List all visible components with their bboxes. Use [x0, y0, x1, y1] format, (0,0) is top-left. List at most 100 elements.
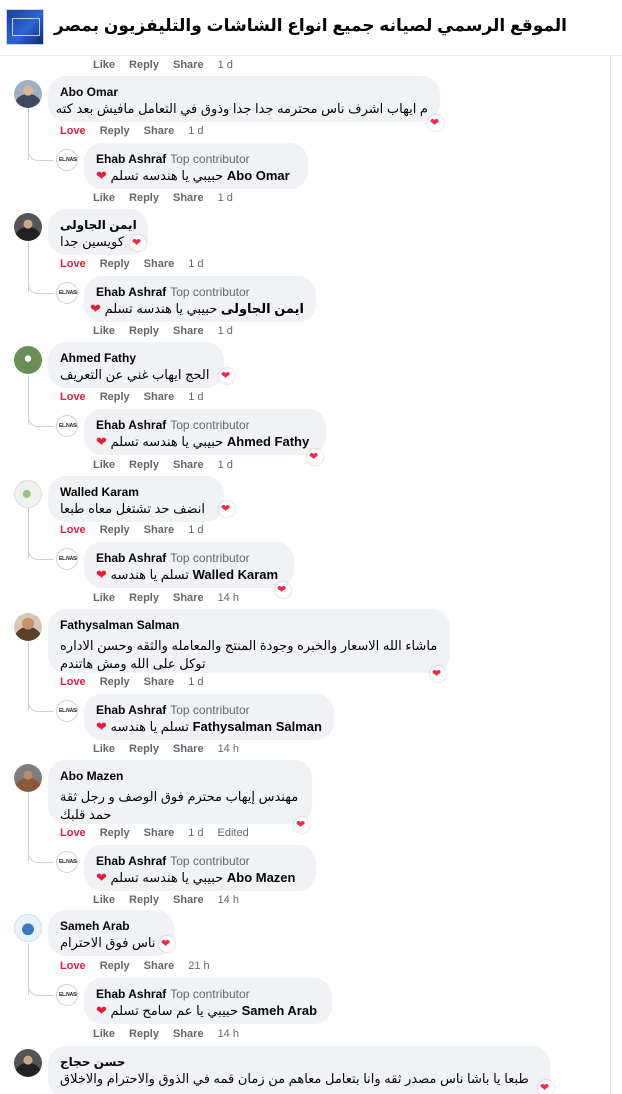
- love-button[interactable]: Love: [60, 125, 86, 137]
- avatar[interactable]: [14, 213, 42, 241]
- avatar[interactable]: EL.NASR: [56, 548, 78, 570]
- share-button[interactable]: Share: [173, 1028, 204, 1040]
- share-button[interactable]: Share: [173, 59, 204, 71]
- reply-button[interactable]: Reply: [100, 960, 130, 972]
- like-button[interactable]: Like: [93, 1028, 115, 1040]
- comment-time[interactable]: 1 d: [188, 258, 203, 270]
- avatar[interactable]: EL.NASR: [56, 984, 78, 1006]
- avatar[interactable]: [14, 80, 42, 108]
- reply-author[interactable]: Ehab Ashraf: [96, 152, 166, 166]
- reply-button[interactable]: Reply: [100, 827, 130, 839]
- reply-author[interactable]: Ehab Ashraf: [96, 854, 166, 868]
- love-reaction-icon[interactable]: [538, 1080, 554, 1094]
- like-button[interactable]: Like: [93, 743, 115, 755]
- love-button[interactable]: Love: [60, 524, 86, 536]
- reply-author[interactable]: Ehab Ashraf: [96, 418, 166, 432]
- reply-mention[interactable]: Fathysalman Salman: [193, 719, 322, 734]
- comment-author[interactable]: Fathysalman Salman: [60, 617, 438, 633]
- reply-time[interactable]: 14 h: [218, 592, 239, 604]
- like-button[interactable]: Like: [93, 59, 115, 71]
- avatar[interactable]: EL.NASR: [56, 282, 78, 304]
- avatar[interactable]: EL.NASR: [56, 700, 78, 722]
- love-button[interactable]: Love: [60, 391, 86, 403]
- love-reaction-icon[interactable]: [159, 936, 175, 952]
- share-button[interactable]: Share: [144, 524, 175, 536]
- reply-time[interactable]: 1 d: [218, 459, 233, 471]
- avatar[interactable]: [14, 346, 42, 374]
- share-button[interactable]: Share: [144, 391, 175, 403]
- share-button[interactable]: Share: [173, 325, 204, 337]
- love-reaction-icon[interactable]: [275, 582, 291, 598]
- share-button[interactable]: Share: [173, 192, 204, 204]
- reply-author[interactable]: Ehab Ashraf: [96, 551, 166, 565]
- comment-time[interactable]: 1 d: [188, 125, 203, 137]
- reply-author[interactable]: Ehab Ashraf: [96, 987, 166, 1001]
- love-button[interactable]: Love: [60, 258, 86, 270]
- like-button[interactable]: Like: [93, 325, 115, 337]
- comment-author[interactable]: ايمن الجاولى: [60, 217, 137, 233]
- reply-button[interactable]: Reply: [129, 192, 159, 204]
- comment-author[interactable]: حسن حجاج: [60, 1054, 538, 1070]
- comment-time[interactable]: 21 h: [188, 960, 209, 972]
- reply-time[interactable]: 1 d: [218, 192, 233, 204]
- reply-button[interactable]: Reply: [100, 125, 130, 137]
- avatar[interactable]: EL.NASR: [56, 415, 78, 437]
- love-reaction-icon[interactable]: [219, 368, 235, 384]
- comment-time[interactable]: 1 d: [188, 524, 203, 536]
- love-button[interactable]: Love: [60, 960, 86, 972]
- love-button[interactable]: Love: [60, 827, 86, 839]
- comment-author[interactable]: Walled Karam: [60, 484, 212, 500]
- comment-time[interactable]: 1 d: [188, 676, 203, 688]
- reply-button[interactable]: Reply: [100, 676, 130, 688]
- reply-button[interactable]: Reply: [129, 1028, 159, 1040]
- love-reaction-icon[interactable]: [430, 666, 446, 682]
- like-button[interactable]: Like: [93, 459, 115, 471]
- comment-author[interactable]: Sameh Arab: [60, 918, 162, 934]
- reply-button[interactable]: Reply: [129, 743, 159, 755]
- avatar[interactable]: [14, 613, 42, 641]
- avatar[interactable]: EL.NASR: [56, 851, 78, 873]
- reply-mention[interactable]: Ahmed Fathy: [227, 434, 309, 449]
- reply-mention[interactable]: Walled Karam: [193, 567, 279, 582]
- reply-button[interactable]: Reply: [129, 325, 159, 337]
- comment-time[interactable]: 1 d: [188, 827, 203, 839]
- reply-mention[interactable]: ايمن الجاولى: [221, 301, 304, 316]
- reply-button[interactable]: Reply: [129, 592, 159, 604]
- reply-time[interactable]: 14 h: [218, 894, 239, 906]
- avatar[interactable]: [14, 764, 42, 792]
- love-reaction-icon[interactable]: [130, 235, 146, 251]
- share-button[interactable]: Share: [144, 827, 175, 839]
- avatar[interactable]: [14, 480, 42, 508]
- comment-author[interactable]: Abo Mazen: [60, 768, 300, 784]
- avatar[interactable]: EL.NASR: [56, 149, 78, 171]
- like-button[interactable]: Like: [93, 592, 115, 604]
- reply-button[interactable]: Reply: [129, 459, 159, 471]
- reply-mention[interactable]: Abo Mazen: [227, 870, 296, 885]
- reply-mention[interactable]: Sameh Arab: [242, 1003, 317, 1018]
- like-button[interactable]: Like: [93, 192, 115, 204]
- reply-button[interactable]: Reply: [129, 894, 159, 906]
- page-title[interactable]: الموقع الرسمي لصيانه جميع انواع الشاشات …: [54, 16, 567, 36]
- reply-author[interactable]: Ehab Ashraf: [96, 285, 166, 299]
- avatar[interactable]: [14, 914, 42, 942]
- love-reaction-icon[interactable]: [428, 115, 444, 131]
- share-button[interactable]: Share: [173, 894, 204, 906]
- share-button[interactable]: Share: [173, 743, 204, 755]
- page-logo[interactable]: [6, 9, 44, 45]
- reply-time[interactable]: 1 d: [218, 325, 233, 337]
- love-button[interactable]: Love: [60, 676, 86, 688]
- reply-time[interactable]: 14 h: [218, 743, 239, 755]
- comment-time[interactable]: 1 d: [218, 59, 233, 71]
- reply-button[interactable]: Reply: [100, 524, 130, 536]
- reply-author[interactable]: Ehab Ashraf: [96, 703, 166, 717]
- comment-author[interactable]: Abo Omar: [60, 84, 428, 100]
- share-button[interactable]: Share: [144, 125, 175, 137]
- love-reaction-icon[interactable]: [294, 817, 310, 833]
- share-button[interactable]: Share: [173, 459, 204, 471]
- share-button[interactable]: Share: [173, 592, 204, 604]
- avatar[interactable]: [14, 1049, 42, 1077]
- like-button[interactable]: Like: [93, 894, 115, 906]
- reply-button[interactable]: Reply: [100, 391, 130, 403]
- share-button[interactable]: Share: [144, 676, 175, 688]
- love-reaction-icon[interactable]: [307, 449, 323, 465]
